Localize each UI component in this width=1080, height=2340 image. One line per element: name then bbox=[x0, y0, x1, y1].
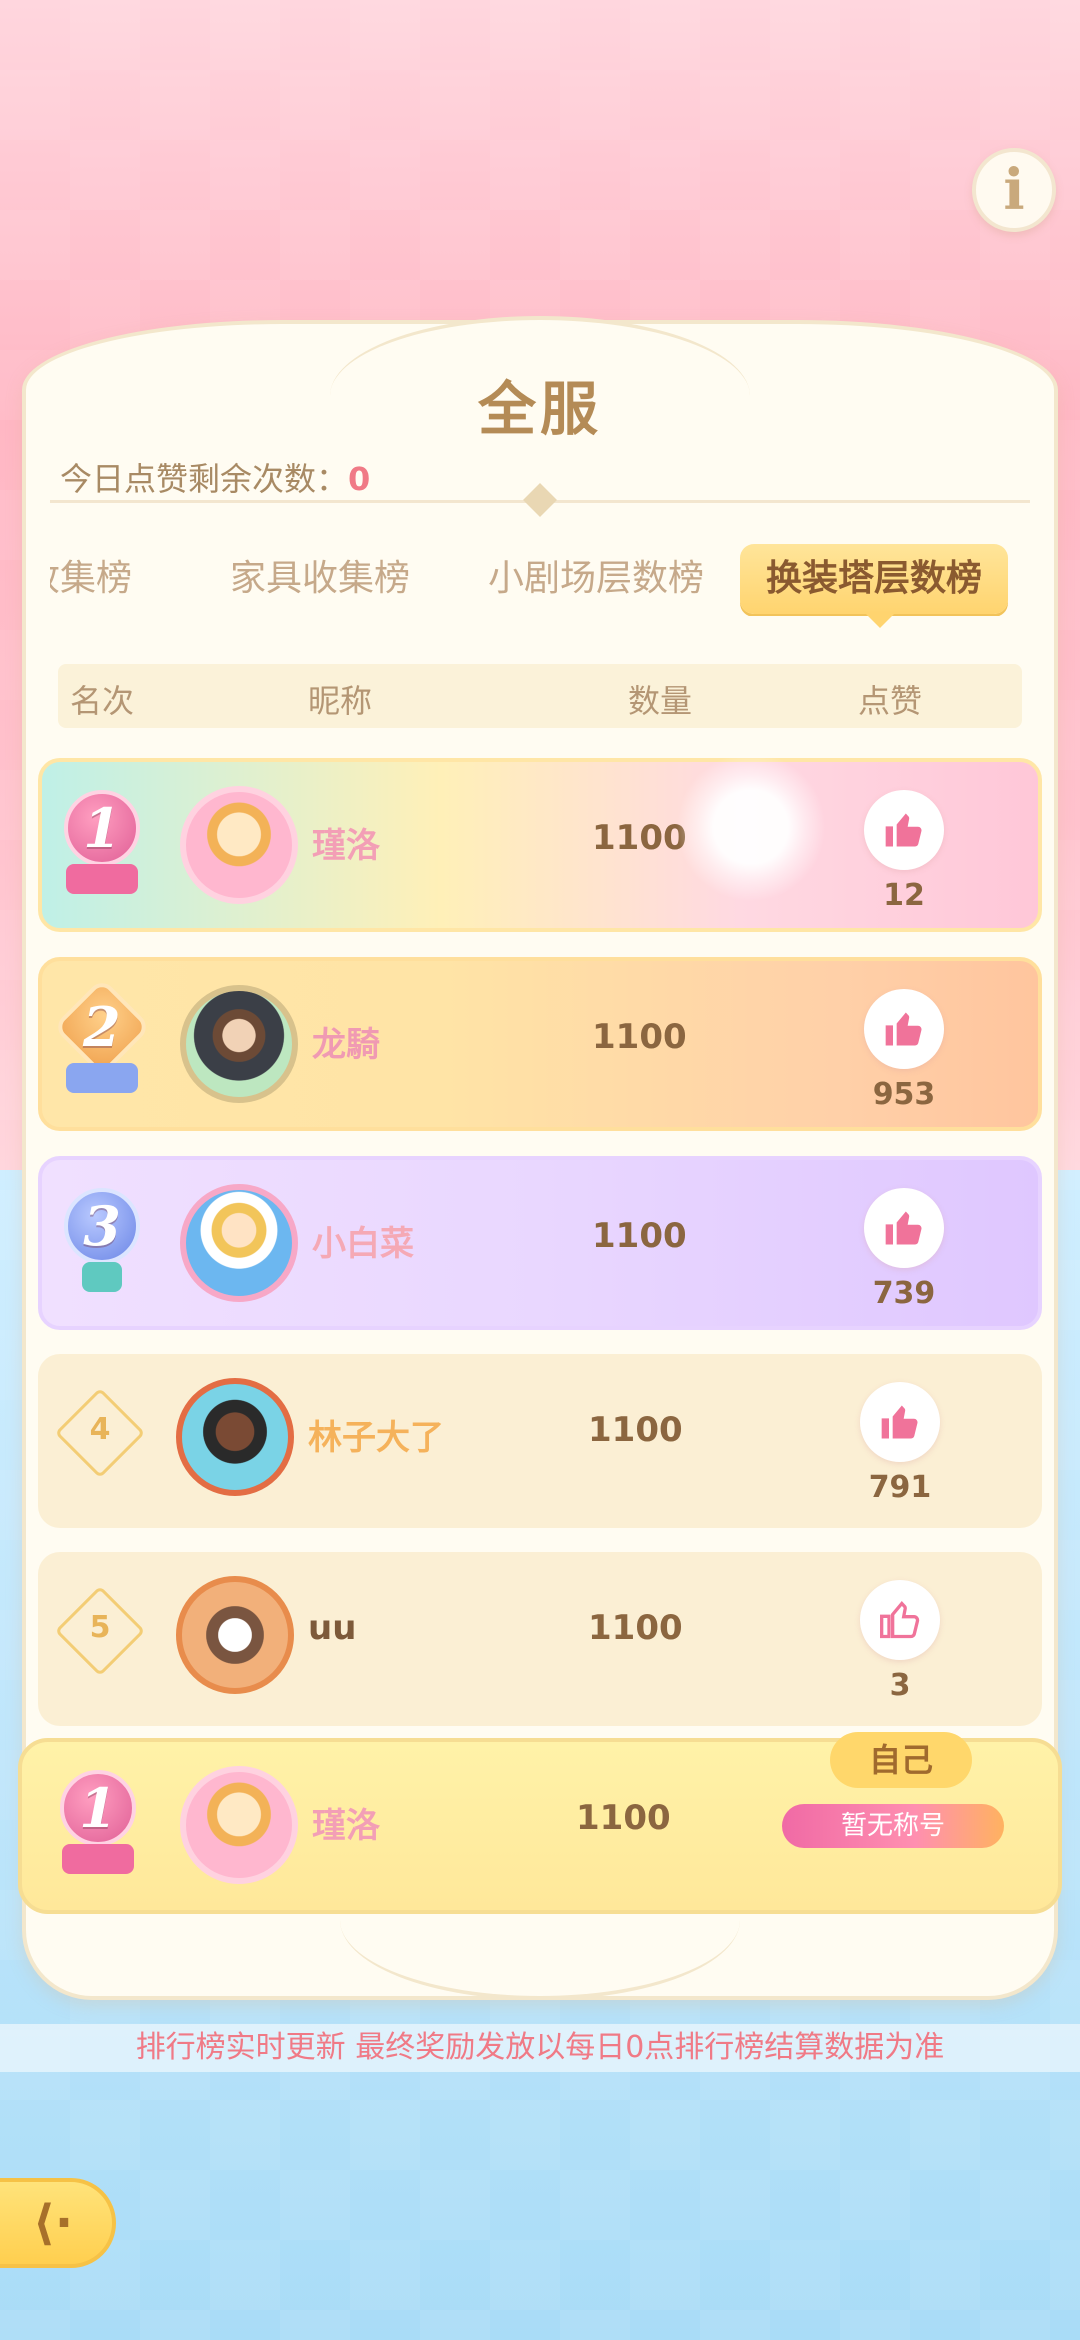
tab-active-pointer bbox=[864, 612, 896, 628]
quantity: 1100 bbox=[588, 1608, 683, 1648]
table-row: 1 瑾洛 1100 12 bbox=[38, 758, 1042, 932]
like-button[interactable] bbox=[860, 1580, 940, 1660]
self-tag: 自己 bbox=[830, 1732, 972, 1788]
like-count: 3 bbox=[889, 1668, 911, 1703]
nickname: 瑾洛 bbox=[312, 826, 380, 866]
table-row: 3 小白菜 1100 739 bbox=[38, 1156, 1042, 1330]
like-button[interactable] bbox=[864, 790, 944, 870]
medal-ribbon bbox=[82, 1262, 122, 1292]
footer-note: 排行榜实时更新 最终奖励发放以每日0点排行榜结算数据为准 bbox=[0, 2024, 1080, 2072]
medal-ribbon bbox=[62, 1844, 134, 1874]
info-icon: i bbox=[1003, 157, 1025, 223]
col-nickname: 昵称 bbox=[308, 682, 373, 720]
like-button[interactable] bbox=[864, 989, 944, 1069]
tab-furniture-collection[interactable]: 家具收集榜 bbox=[230, 544, 410, 614]
like-count: 791 bbox=[868, 1470, 932, 1505]
like-count: 12 bbox=[883, 878, 925, 913]
rank-number: 5 bbox=[89, 1610, 111, 1645]
likes-remaining-label: 今日点赞剩余次数： bbox=[60, 460, 349, 498]
rank-number: 2 bbox=[83, 994, 121, 1059]
thumbs-up-icon bbox=[885, 813, 922, 847]
self-rank-row: 1 瑾洛 1100 自己 暂无称号 bbox=[18, 1732, 1062, 1914]
rank-number: 4 bbox=[89, 1412, 111, 1447]
rank-number: 1 bbox=[79, 1776, 117, 1840]
table-row: 4 林子大了 1100 791 bbox=[38, 1354, 1042, 1528]
tab-bar: 收集榜 家具收集榜 小剧场层数榜 换装塔层数榜 bbox=[50, 544, 1040, 616]
col-like: 点赞 bbox=[858, 682, 923, 720]
likes-remaining: 今日点赞剩余次数：0 bbox=[60, 454, 370, 500]
title-badge: 暂无称号 bbox=[782, 1804, 1004, 1848]
nickname: uu bbox=[308, 1608, 357, 1648]
like-button[interactable] bbox=[864, 1188, 944, 1268]
rank-medal-bronze: 3 bbox=[56, 1182, 148, 1292]
col-quantity: 数量 bbox=[628, 682, 693, 720]
avatar[interactable] bbox=[180, 985, 298, 1103]
tab-collection[interactable]: 收集榜 bbox=[50, 544, 132, 614]
quantity: 1100 bbox=[588, 1410, 683, 1450]
like-count: 953 bbox=[872, 1077, 936, 1112]
rank-medal-gold: 1 bbox=[56, 784, 148, 894]
nickname: 瑾洛 bbox=[312, 1806, 380, 1846]
table-row: 5 uu 1100 3 bbox=[38, 1552, 1042, 1726]
avatar[interactable] bbox=[176, 1378, 294, 1496]
medal-ribbon bbox=[66, 1063, 138, 1093]
rank-number: 1 bbox=[83, 796, 121, 860]
tab-dressup-tower-floors[interactable]: 换装塔层数榜 bbox=[740, 544, 1009, 614]
sparkle-effect bbox=[676, 752, 826, 902]
rank-medal-silver: 2 bbox=[52, 977, 152, 1093]
back-button[interactable]: ⟨· bbox=[0, 2178, 116, 2268]
thumbs-up-icon bbox=[885, 1211, 922, 1245]
back-arrow-icon: ⟨· bbox=[32, 2195, 74, 2251]
medal-ribbon bbox=[66, 864, 138, 894]
avatar[interactable] bbox=[180, 1184, 298, 1302]
avatar[interactable] bbox=[176, 1576, 294, 1694]
nickname: 龙騎 bbox=[312, 1025, 380, 1065]
table-row: 2 龙騎 1100 953 bbox=[38, 957, 1042, 1131]
like-button[interactable] bbox=[860, 1382, 940, 1462]
quantity: 1100 bbox=[592, 1017, 687, 1057]
nickname: 小白菜 bbox=[312, 1224, 414, 1264]
thumbs-up-icon bbox=[885, 1012, 922, 1046]
nickname: 林子大了 bbox=[308, 1418, 444, 1458]
avatar[interactable] bbox=[180, 1766, 298, 1884]
likes-remaining-count: 0 bbox=[348, 460, 371, 498]
col-rank: 名次 bbox=[70, 682, 135, 720]
quantity: 1100 bbox=[576, 1798, 671, 1838]
info-button[interactable]: i bbox=[972, 148, 1056, 232]
page-title: 全服 bbox=[477, 375, 602, 443]
thumbs-up-outline-icon bbox=[880, 1601, 920, 1639]
avatar[interactable] bbox=[180, 786, 298, 904]
quantity: 1100 bbox=[592, 1216, 687, 1256]
rank-medal-gold: 1 bbox=[52, 1764, 144, 1874]
thumbs-up-icon bbox=[881, 1405, 918, 1439]
like-count: 739 bbox=[872, 1276, 936, 1311]
tab-theater-floors[interactable]: 小剧场层数榜 bbox=[488, 544, 704, 614]
rank-number: 3 bbox=[83, 1194, 121, 1258]
quantity: 1100 bbox=[592, 818, 687, 858]
table-header: 名次 昵称 数量 点赞 bbox=[58, 664, 1022, 728]
